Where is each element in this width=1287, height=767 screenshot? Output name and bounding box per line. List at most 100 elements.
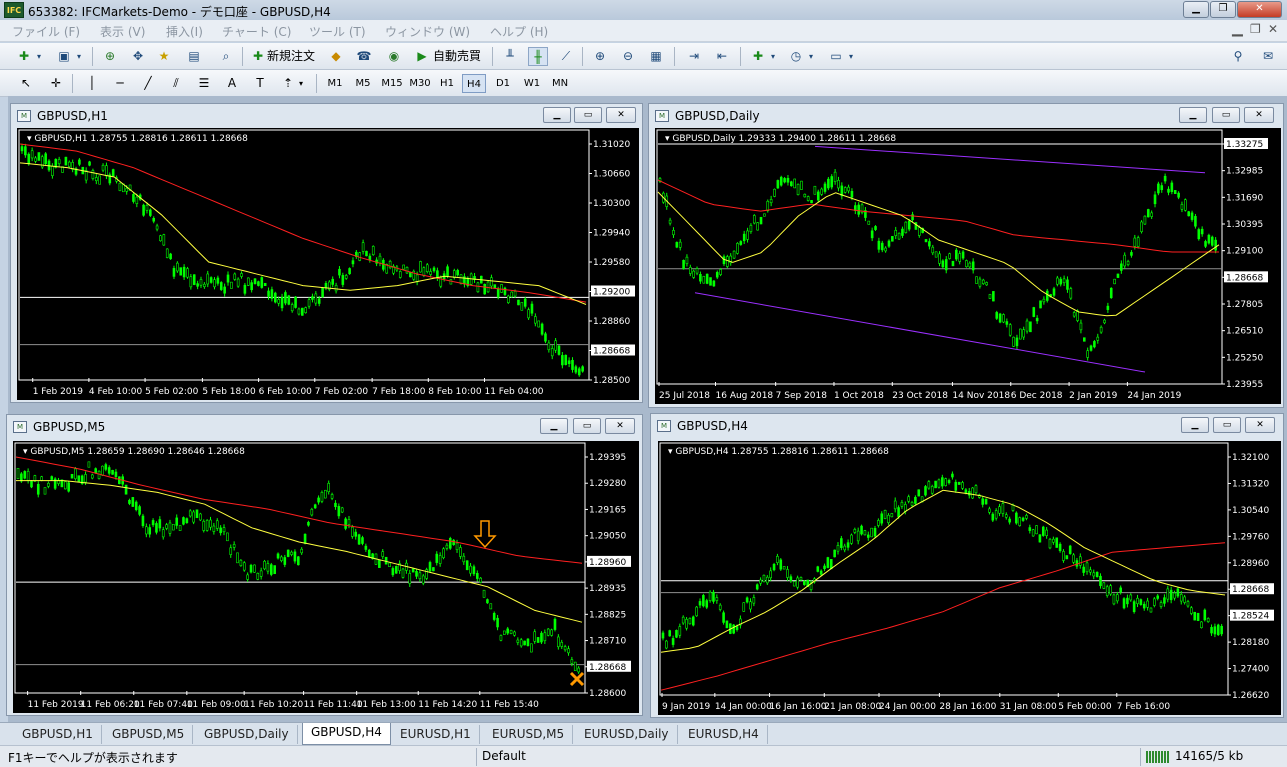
price-chart-svg[interactable]: ▾ GBPUSD,H4 1.28755 1.28816 1.28611 1.28…	[658, 441, 1281, 715]
price-chart-svg[interactable]: ▾ GBPUSD,M5 1.28659 1.28690 1.28646 1.28…	[13, 441, 639, 713]
timeframe-d1[interactable]: D1	[492, 74, 514, 93]
tab-gbpusd-daily[interactable]: GBPUSD,Daily	[196, 725, 298, 744]
indicators-icon[interactable]: ✚	[748, 47, 768, 66]
mdi-minimize-icon[interactable]: ▁	[1232, 21, 1243, 37]
bar-chart-icon[interactable]: ╨	[500, 47, 520, 66]
chat-icon[interactable]: ✉	[1258, 47, 1278, 66]
candle-body	[1139, 599, 1143, 605]
tab-eurusd-h4[interactable]: EURUSD,H4	[680, 725, 768, 744]
equidistant-channel-icon[interactable]: ⫽	[166, 74, 186, 93]
periods-icon[interactable]: ◷	[786, 47, 806, 66]
timeframe-m30[interactable]: M30	[406, 74, 434, 93]
tile-windows-icon[interactable]: ▦	[646, 47, 666, 66]
line-chart-icon[interactable]: ⟋	[556, 47, 576, 66]
arrows-dropdown-icon[interactable]: ▾	[296, 74, 306, 93]
text-label-icon[interactable]: T	[250, 74, 270, 93]
menu-chart[interactable]: チャート (C)	[222, 23, 291, 40]
chart-minimize-button[interactable]: ▁	[1181, 417, 1209, 433]
arrows-icon[interactable]: ⇡	[278, 74, 298, 93]
search-icon[interactable]: ⚲	[1228, 47, 1248, 66]
vertical-line-icon[interactable]: │	[82, 74, 102, 93]
indicators-dropdown-icon[interactable]: ▾	[768, 47, 778, 66]
timeframe-h1[interactable]: H1	[436, 74, 458, 93]
text-tool-button[interactable]: A	[222, 74, 242, 93]
candle-body	[442, 548, 445, 558]
strategy-tester-icon[interactable]: ⌕	[216, 47, 236, 66]
tab-eurusd-h1[interactable]: EURUSD,H1	[392, 725, 480, 744]
zoom-out-icon[interactable]: ⊖	[618, 47, 638, 66]
auto-scroll-icon[interactable]: ⇥	[684, 47, 704, 66]
chart-minimize-button[interactable]: ▁	[543, 107, 571, 123]
close-button[interactable]: ✕	[1237, 1, 1282, 18]
menu-insert[interactable]: 挿入(I)	[166, 23, 203, 40]
signals-icon[interactable]: ☎	[354, 47, 374, 66]
crosshair-icon[interactable]: ✛	[46, 74, 66, 93]
price-chart-svg[interactable]: ▾ GBPUSD,H1 1.28755 1.28816 1.28611 1.28…	[17, 128, 639, 400]
candle-body	[409, 272, 412, 278]
tab-gbpusd-h1[interactable]: GBPUSD,H1	[14, 725, 102, 744]
timeframe-m5[interactable]: M5	[352, 74, 374, 93]
auto-trading-icon[interactable]: ▶	[412, 47, 432, 66]
profiles-dropdown-icon[interactable]: ▾	[74, 47, 84, 66]
navigator-icon[interactable]: ★	[154, 47, 174, 66]
menu-view[interactable]: 表示 (V)	[100, 23, 145, 40]
chart-maximize-button[interactable]: ▭	[574, 107, 602, 123]
tab-gbpusd-h4[interactable]: GBPUSD,H4	[302, 723, 391, 745]
profiles-icon[interactable]: ▣	[54, 47, 74, 66]
chart-window-gbpusd-h1[interactable]: M GBPUSD,H1 ▁ ▭ ✕ ▾ GBPUSD,H1 1.28755 1.2…	[10, 103, 643, 403]
minimize-button[interactable]: ▁	[1183, 1, 1209, 18]
chart-window-gbpusd-daily[interactable]: M GBPUSD,Daily ▁ ▭ ✕ ▾ GBPUSD,Daily 1.293…	[648, 103, 1284, 408]
chart-canvas[interactable]: ▾ GBPUSD,M5 1.28659 1.28690 1.28646 1.28…	[13, 441, 639, 713]
chart-minimize-button[interactable]: ▁	[540, 418, 568, 434]
time-axis-label: 11 Feb 09:00	[187, 700, 246, 710]
fibonacci-icon[interactable]: ☰	[194, 74, 214, 93]
crosshair-nav-icon[interactable]: ✥	[128, 47, 148, 66]
chart-shift-icon[interactable]: ⇤	[712, 47, 732, 66]
chart-canvas[interactable]: ▾ GBPUSD,H1 1.28755 1.28816 1.28611 1.28…	[17, 128, 639, 400]
chart-minimize-button[interactable]: ▁	[1179, 107, 1207, 123]
tab-eurusd-m5[interactable]: EURUSD,M5	[484, 725, 574, 744]
timeframe-h4[interactable]: H4	[462, 74, 486, 93]
new-chart-dropdown-icon[interactable]: ▾	[34, 47, 44, 66]
new-chart-icon[interactable]: ✚	[14, 47, 34, 66]
maximize-button[interactable]: ❐	[1210, 1, 1236, 18]
menu-window[interactable]: ウィンドウ (W)	[385, 23, 470, 40]
new-order-button[interactable]: 新規注文	[264, 47, 318, 66]
templates-icon[interactable]: ▭	[826, 47, 846, 66]
meta-editor-icon[interactable]: ◆	[326, 47, 346, 66]
mdi-restore-icon[interactable]: ❐	[1250, 22, 1261, 36]
chart-close-button[interactable]: ✕	[1245, 417, 1275, 433]
chart-maximize-button[interactable]: ▭	[1212, 107, 1240, 123]
menu-file[interactable]: ファイル (F)	[12, 23, 80, 40]
chart-canvas[interactable]: ▾ GBPUSD,H4 1.28755 1.28816 1.28611 1.28…	[658, 441, 1281, 715]
price-chart-svg[interactable]: ▾ GBPUSD,Daily 1.29333 1.29400 1.28611 1…	[655, 128, 1281, 404]
zoom-in-icon[interactable]: ⊕	[590, 47, 610, 66]
chart-maximize-button[interactable]: ▭	[1213, 417, 1241, 433]
market-watch-icon[interactable]: ⊕	[100, 47, 120, 66]
mdi-close-icon[interactable]: ✕	[1268, 22, 1278, 36]
chart-window-gbpusd-m5[interactable]: M GBPUSD,M5 ▁ ▭ ✕ ▾ GBPUSD,M5 1.28659 1.2…	[6, 414, 643, 716]
tab-eurusd-daily[interactable]: EURUSD,Daily	[576, 725, 678, 744]
timeframe-mn[interactable]: MN	[548, 74, 572, 93]
tab-gbpusd-m5[interactable]: GBPUSD,M5	[104, 725, 194, 744]
chart-canvas[interactable]: ▾ GBPUSD,Daily 1.29333 1.29400 1.28611 1…	[655, 128, 1281, 404]
templates-dropdown-icon[interactable]: ▾	[846, 47, 856, 66]
menu-help[interactable]: ヘルプ (H)	[490, 23, 548, 40]
chart-close-button[interactable]: ✕	[605, 418, 635, 434]
chart-maximize-button[interactable]: ▭	[573, 418, 601, 434]
periods-dropdown-icon[interactable]: ▾	[806, 47, 816, 66]
timeframe-m1[interactable]: M1	[324, 74, 346, 93]
chart-close-button[interactable]: ✕	[606, 107, 636, 123]
cursor-icon[interactable]: ↖	[16, 74, 36, 93]
timeframe-m15[interactable]: M15	[378, 74, 406, 93]
chart-window-gbpusd-h4[interactable]: M GBPUSD,H4 ▁ ▭ ✕ ▾ GBPUSD,H4 1.28755 1.2…	[650, 413, 1284, 718]
market-icon[interactable]: ◉	[384, 47, 404, 66]
menu-tools[interactable]: ツール (T)	[309, 23, 366, 40]
candlestick-chart-icon[interactable]: ╫	[528, 47, 548, 66]
trend-line-icon[interactable]: ╱	[138, 74, 158, 93]
chart-close-button[interactable]: ✕	[1244, 107, 1274, 123]
terminal-icon[interactable]: ▤	[184, 47, 204, 66]
timeframe-w1[interactable]: W1	[520, 74, 544, 93]
auto-trading-button[interactable]: 自動売買	[430, 47, 484, 66]
horizontal-line-icon[interactable]: ─	[110, 74, 130, 93]
